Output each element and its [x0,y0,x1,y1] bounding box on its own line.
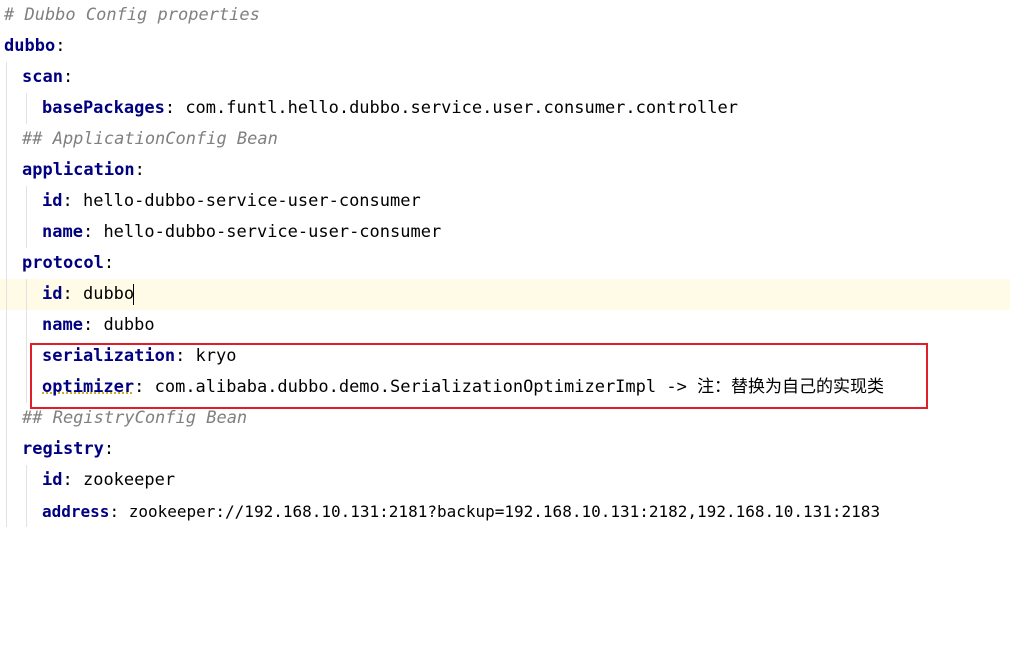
yaml-colon: : [55,36,66,56]
code-line[interactable]: dubbo: [0,31,1010,62]
yaml-key: name [42,315,83,335]
comment-text: # Dubbo Config properties [4,5,260,25]
indent-guide [6,155,7,186]
indent-guide [26,496,27,527]
yaml-entry: dubbo: [4,31,65,62]
indent-guide [6,248,7,279]
yaml-entry: name: hello-dubbo-service-user-consumer [42,217,441,248]
indent-guide [6,496,7,527]
yaml-key: registry [22,439,104,459]
yaml-key: id [42,470,63,490]
current-code-line[interactable]: id: dubbo [0,279,1010,310]
yaml-value: zookeeper://192.168.10.131:2181?backup=1… [119,502,881,521]
indent-guide [26,465,27,496]
yaml-entry: id: dubbo [42,279,135,310]
yaml-key: basePackages [42,98,165,118]
yaml-colon: : [82,315,94,335]
yaml-value: hello-dubbo-service-user-consumer [72,191,421,211]
text-caret [133,283,135,305]
code-line[interactable]: name: dubbo [0,310,1010,341]
code-line[interactable]: name: hello-dubbo-service-user-consumer [0,217,1010,248]
yaml-colon: : [103,253,115,273]
code-line[interactable]: id: hello-dubbo-service-user-consumer [0,186,1010,217]
yaml-colon: : [62,470,73,490]
highlight-annotation-box [30,343,928,409]
yaml-colon: : [103,439,115,459]
indent-guide [6,465,7,496]
indent-guide [26,341,27,372]
indent-guide [26,279,27,310]
indent-guide [6,434,7,465]
code-line[interactable]: # Dubbo Config properties [0,0,1010,31]
indent-guide [26,217,27,248]
yaml-value: zookeeper [72,470,176,490]
yaml-value: dubbo [72,284,135,304]
yaml-colon: : [109,502,120,521]
indent-guide [6,186,7,217]
code-line[interactable]: scan: [0,62,1010,93]
yaml-key: address [42,502,110,521]
indent-guide [26,310,27,341]
yaml-key: scan [22,67,63,87]
yaml-colon: : [62,284,73,304]
yaml-entry: id: hello-dubbo-service-user-consumer [42,186,421,217]
code-line[interactable]: registry: [0,434,1010,465]
yaml-value: com.funtl.hello.dubbo.service.user.consu… [175,98,738,118]
code-line[interactable]: ## ApplicationConfig Bean [0,124,1010,155]
yaml-entry: protocol: [22,248,114,279]
yaml-key: name [42,222,83,242]
yaml-colon: : [62,191,73,211]
yaml-entry: name: dubbo [42,310,155,341]
yaml-key: id [42,284,63,304]
code-line[interactable]: address: zookeeper://192.168.10.131:2181… [0,496,1010,527]
code-line[interactable]: application: [0,155,1010,186]
yaml-key: application [22,160,135,180]
yaml-key: id [42,191,63,211]
yaml-value: dubbo [93,315,155,335]
yaml-entry: address: zookeeper://192.168.10.131:2181… [42,496,880,527]
code-line[interactable]: protocol: [0,248,1010,279]
yaml-key: dubbo [4,36,56,56]
comment-text: ## ApplicationConfig Bean [22,129,278,149]
yaml-colon: : [82,222,94,242]
yaml-colon: : [134,160,145,180]
indent-guide [6,279,7,310]
indent-guide [26,93,27,124]
indent-guide [6,217,7,248]
indent-guide [6,341,7,372]
indent-guide [6,62,7,93]
yaml-colon: : [164,98,176,118]
yaml-entry: basePackages: com.funtl.hello.dubbo.serv… [42,93,738,124]
yaml-entry: scan: [22,62,73,93]
indent-guide [6,310,7,341]
yaml-entry: id: zookeeper [42,465,175,496]
yaml-key: protocol [22,253,104,273]
code-editor[interactable]: # Dubbo Config properties dubbo: scan: b… [0,0,1010,545]
indent-guide [6,372,7,403]
indent-guide [26,372,27,403]
code-line[interactable]: basePackages: com.funtl.hello.dubbo.serv… [0,93,1010,124]
indent-guide [6,93,7,124]
indent-guide [6,403,7,434]
code-line[interactable]: id: zookeeper [0,465,1010,496]
yaml-colon: : [62,67,74,87]
indent-guide [6,124,7,155]
yaml-value: hello-dubbo-service-user-consumer [93,222,442,242]
yaml-entry: registry: [22,434,114,465]
yaml-entry: application: [22,155,145,186]
indent-guide [26,186,27,217]
